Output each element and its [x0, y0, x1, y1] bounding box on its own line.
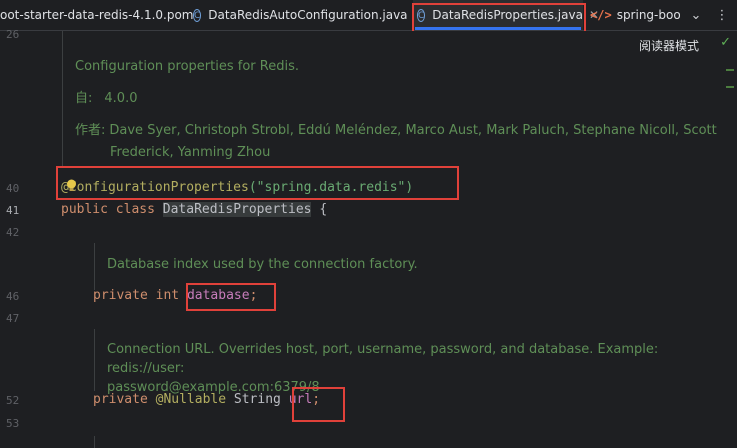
tab-data-redis-properties[interactable]: C DataRedisProperties.java ✕: [413, 0, 599, 30]
class-name[interactable]: DataRedisProperties: [162, 202, 312, 217]
lightbulb-icon[interactable]: [66, 179, 77, 192]
code-line-46: private int database;: [93, 286, 257, 306]
url-doc-line1: Connection URL. Overrides host, port, us…: [107, 342, 659, 376]
code-line-40: @ConfigurationProperties("spring.data.re…: [61, 178, 413, 198]
line-number: 26: [6, 28, 20, 41]
tab-pom[interactable]: oot-starter-data-redis-4.1.0.pom: [0, 0, 194, 30]
tab-auto-configuration[interactable]: C DataRedisAutoConfiguration.java: [193, 0, 408, 30]
active-tab-indicator: [415, 27, 581, 30]
line-number: 40: [6, 182, 20, 195]
doc-authors-line2: Frederick, Yanming Zhou: [110, 145, 271, 160]
keyword-class: class: [115, 202, 155, 217]
xml-file-icon: </>: [590, 8, 612, 22]
doc-bar: [94, 329, 95, 391]
type-string[interactable]: String: [234, 392, 281, 407]
scroll-marker: [726, 86, 734, 88]
scroll-marker: [726, 69, 734, 71]
line-number: 41: [6, 204, 20, 217]
keyword-private: private: [93, 392, 148, 407]
semicolon: ;: [312, 392, 321, 407]
keyword-private: private: [93, 288, 148, 303]
database-javadoc: Database index used by the connection fa…: [107, 257, 418, 272]
class-javadoc: Configuration properties for Redis. 自: 4.…: [75, 56, 717, 164]
more-options-icon[interactable]: ⋮: [710, 0, 734, 30]
tab-spring-boot[interactable]: </> spring-boot: [590, 0, 680, 30]
tab-data-redis-properties-label: DataRedisProperties.java: [432, 8, 583, 22]
tab-overflow-chevron-icon[interactable]: ⌄: [684, 0, 708, 30]
line-number: 52: [6, 394, 20, 407]
annotation-configuration-properties[interactable]: @ConfigurationProperties: [61, 180, 249, 195]
code-line-52: private @Nullable String url;: [93, 390, 320, 410]
doc-bar: [62, 31, 63, 166]
inspection-ok-icon: ✓: [720, 35, 731, 50]
doc-since-value: 4.0.0: [104, 91, 138, 106]
java-class-icon: C: [417, 8, 426, 22]
line-number: 47: [6, 312, 20, 325]
keyword-int: int: [155, 288, 180, 303]
code-editor[interactable]: 阅读器模式 ✓ 26 40 41 42 46 47 52 53 Configur…: [0, 28, 737, 448]
doc-author-row: 作者: Dave Syer, Christoph Strobl, Eddú Mel…: [75, 120, 717, 142]
line-number: 46: [6, 290, 20, 303]
line-number: 42: [6, 226, 20, 239]
doc-bar: [94, 243, 95, 290]
field-url[interactable]: url: [289, 392, 312, 407]
editor-tab-bar: oot-starter-data-redis-4.1.0.pom C DataR…: [0, 0, 737, 31]
doc-since-row: 自: 4.0.0: [75, 88, 717, 110]
url-javadoc: Connection URL. Overrides host, port, us…: [107, 340, 737, 397]
doc-since-key: 自:: [75, 91, 93, 106]
reader-mode-button[interactable]: 阅读器模式: [639, 37, 699, 54]
semicolon: ;: [249, 288, 258, 303]
field-database[interactable]: database: [187, 288, 250, 303]
code-line-41: public class DataRedisProperties {: [61, 200, 327, 220]
open-brace: {: [319, 202, 328, 217]
keyword-public: public: [61, 202, 108, 217]
doc-summary: Configuration properties for Redis.: [75, 59, 299, 74]
tab-auto-configuration-label: DataRedisAutoConfiguration.java: [208, 8, 408, 22]
doc-author-key: 作者:: [75, 123, 106, 138]
tab-pom-label: oot-starter-data-redis-4.1.0.pom: [0, 8, 194, 22]
java-class-icon: C: [193, 8, 202, 22]
doc-bar: [94, 436, 95, 448]
line-number: 53: [6, 417, 20, 430]
annotation-nullable[interactable]: @Nullable: [156, 392, 226, 407]
doc-authors-line1: Dave Syer, Christoph Strobl, Eddú Melénd…: [109, 123, 717, 138]
annotation-argument: ("spring.data.redis"): [248, 180, 414, 195]
tab-spring-boot-label: spring-boot: [616, 8, 680, 22]
